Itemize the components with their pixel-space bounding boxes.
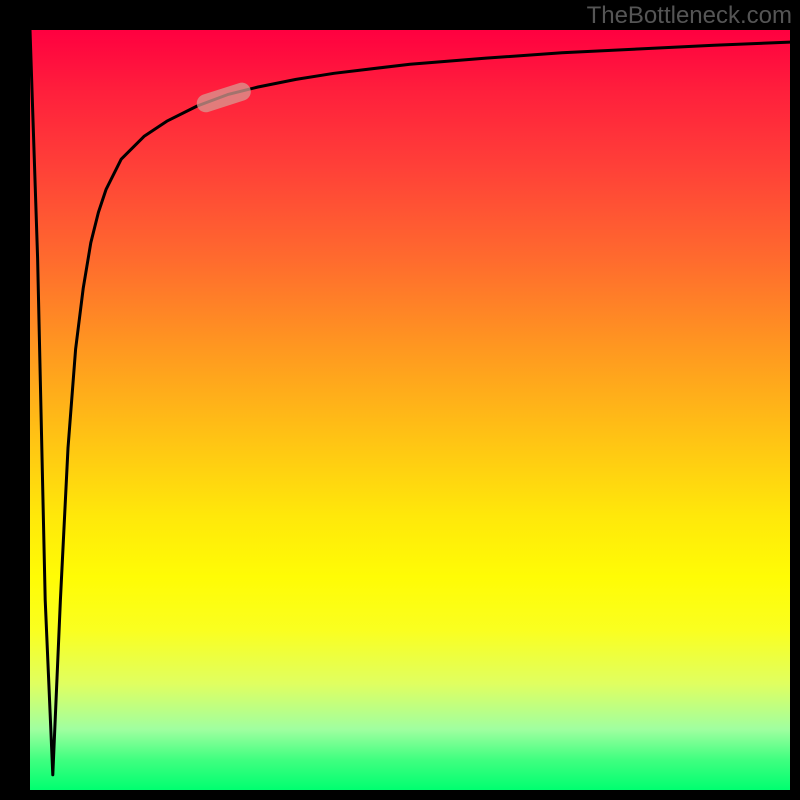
plot-area bbox=[30, 30, 790, 790]
curve-layer bbox=[30, 30, 790, 790]
bottleneck-curve bbox=[30, 30, 790, 775]
highlight-capsule bbox=[194, 80, 253, 114]
chart-root: TheBottleneck.com bbox=[0, 0, 800, 800]
watermark-text: TheBottleneck.com bbox=[587, 2, 792, 30]
